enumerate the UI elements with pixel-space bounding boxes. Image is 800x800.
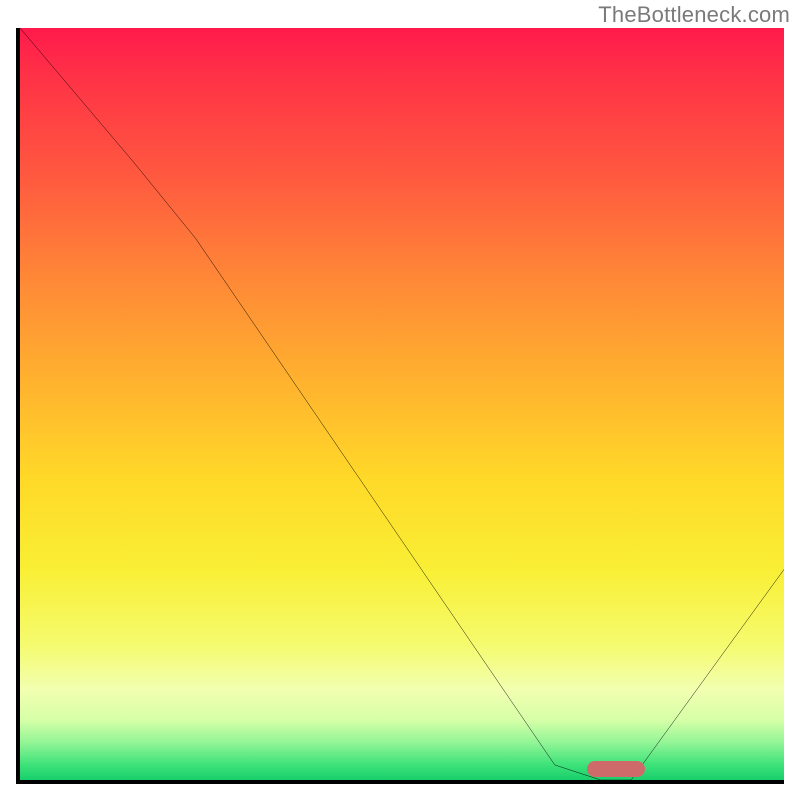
- bottleneck-curve: [20, 28, 784, 780]
- curve-path: [20, 28, 784, 780]
- optimal-marker: [587, 761, 645, 777]
- plot-area: [16, 28, 784, 784]
- chart-canvas: TheBottleneck.com: [0, 0, 800, 800]
- attribution-label: TheBottleneck.com: [598, 2, 790, 28]
